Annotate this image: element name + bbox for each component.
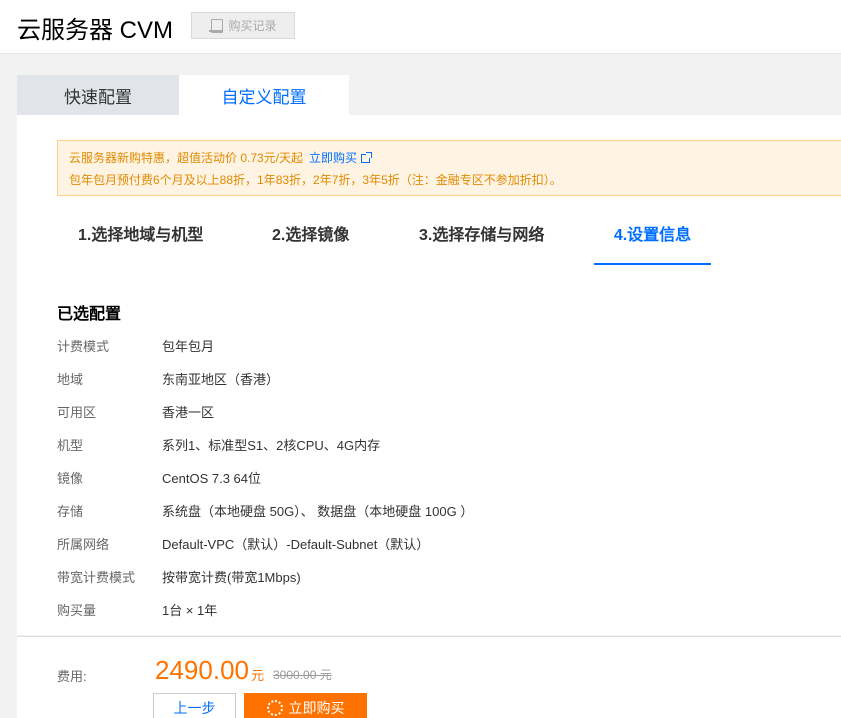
config-value: 按带宽计费(带宽1Mbps) — [162, 570, 301, 585]
config-value: 系统盘（本地硬盘 50G）、 数据盘（本地硬盘 100G ） — [162, 504, 474, 519]
step-4[interactable]: 4.设置信息 — [594, 221, 711, 265]
config-row-bandwidth: 带宽计费模式 按带宽计费(带宽1Mbps) — [57, 560, 473, 593]
buy-now-button[interactable]: 立即购买 — [244, 693, 367, 718]
config-tabs: 快速配置 自定义配置 — [17, 75, 349, 115]
config-row-network: 所属网络 Default-VPC（默认）-Default-Subnet（默认） — [57, 527, 473, 560]
selected-config-title: 已选配置 — [57, 306, 122, 323]
purchase-record-label: 购买记录 — [228, 19, 277, 33]
config-row-image: 镜像 CentOS 7.3 64位 — [57, 461, 473, 494]
buy-now-link[interactable]: 立即购买 — [309, 151, 373, 165]
main-panel: 云服务器新购特惠，超值活动价 0.73元/天起 立即购买 包年包月预付费6个月及以… — [17, 115, 841, 635]
config-key: 计费模式 — [57, 339, 110, 354]
step-1[interactable]: 1.选择地域与机型 — [78, 221, 203, 265]
purchase-record-button[interactable]: 购买记录 — [191, 12, 295, 39]
config-summary: 计费模式 包年包月 地域 东南亚地区（香港） 可用区 香港一区 机型 系列1、标… — [57, 329, 473, 626]
original-price: 3000.00 元 — [273, 668, 332, 682]
config-row-instance-type: 机型 系列1、标准型S1、2核CPU、4G内存 — [57, 428, 473, 461]
config-value: 东南亚地区（香港） — [162, 372, 280, 387]
fee-label: 费用: — [57, 669, 87, 684]
config-key: 存储 — [57, 504, 84, 519]
buy-now-label: 立即购买 — [288, 700, 345, 716]
config-key: 机型 — [57, 438, 84, 453]
prev-step-button[interactable]: 上一步 — [153, 693, 236, 718]
config-value: 包年包月 — [162, 339, 215, 354]
config-row-quantity: 购买量 1台 × 1年 — [57, 593, 473, 626]
config-key: 地域 — [57, 372, 84, 387]
page-title: 云服务器 CVM — [17, 17, 173, 44]
config-value: Default-VPC（默认）-Default-Subnet（默认） — [162, 537, 430, 552]
config-value: 1台 × 1年 — [162, 603, 218, 618]
price-unit: 元 — [251, 668, 265, 683]
config-value: 香港一区 — [162, 405, 215, 420]
step-2[interactable]: 2.选择镜像 — [272, 221, 349, 265]
config-row-billing: 计费模式 包年包月 — [57, 329, 473, 362]
top-bar: 云服务器 CVM 购买记录 — [0, 0, 841, 54]
record-icon — [209, 18, 224, 33]
price-value: 2490.00 — [155, 655, 249, 685]
promo-line-2: 包年包月预付费6个月及以上88折，1年83折，2年7折，3年5折（注：金融专区不… — [69, 173, 562, 187]
config-row-zone: 可用区 香港一区 — [57, 395, 473, 428]
price-footer: 费用: 2490.00 元 3000.00 元 上一步 立即购买 — [17, 636, 841, 718]
config-key: 购买量 — [57, 603, 97, 618]
promo-notice: 云服务器新购特惠，超值活动价 0.73元/天起 立即购买 包年包月预付费6个月及以… — [57, 140, 841, 196]
config-value: 系列1、标准型S1、2核CPU、4G内存 — [162, 438, 381, 453]
config-key: 所属网络 — [57, 537, 110, 552]
external-link-icon — [361, 152, 373, 163]
promo-line-1: 云服务器新购特惠，超值活动价 0.73元/天起 — [69, 151, 304, 165]
tab-custom-config[interactable]: 自定义配置 — [179, 75, 349, 115]
config-value: CentOS 7.3 64位 — [162, 471, 261, 486]
config-row-region: 地域 东南亚地区（香港） — [57, 362, 473, 395]
config-key: 可用区 — [57, 405, 97, 420]
tab-quick-config[interactable]: 快速配置 — [17, 75, 179, 115]
step-nav: 1.选择地域与机型 2.选择镜像 3.选择存储与网络 4.设置信息 — [57, 221, 777, 265]
config-row-storage: 存储 系统盘（本地硬盘 50G）、 数据盘（本地硬盘 100G ） — [57, 494, 473, 527]
loading-spinner-icon — [266, 700, 283, 716]
config-key: 镜像 — [57, 471, 84, 486]
step-3[interactable]: 3.选择存储与网络 — [419, 221, 544, 265]
config-key: 带宽计费模式 — [57, 570, 136, 585]
